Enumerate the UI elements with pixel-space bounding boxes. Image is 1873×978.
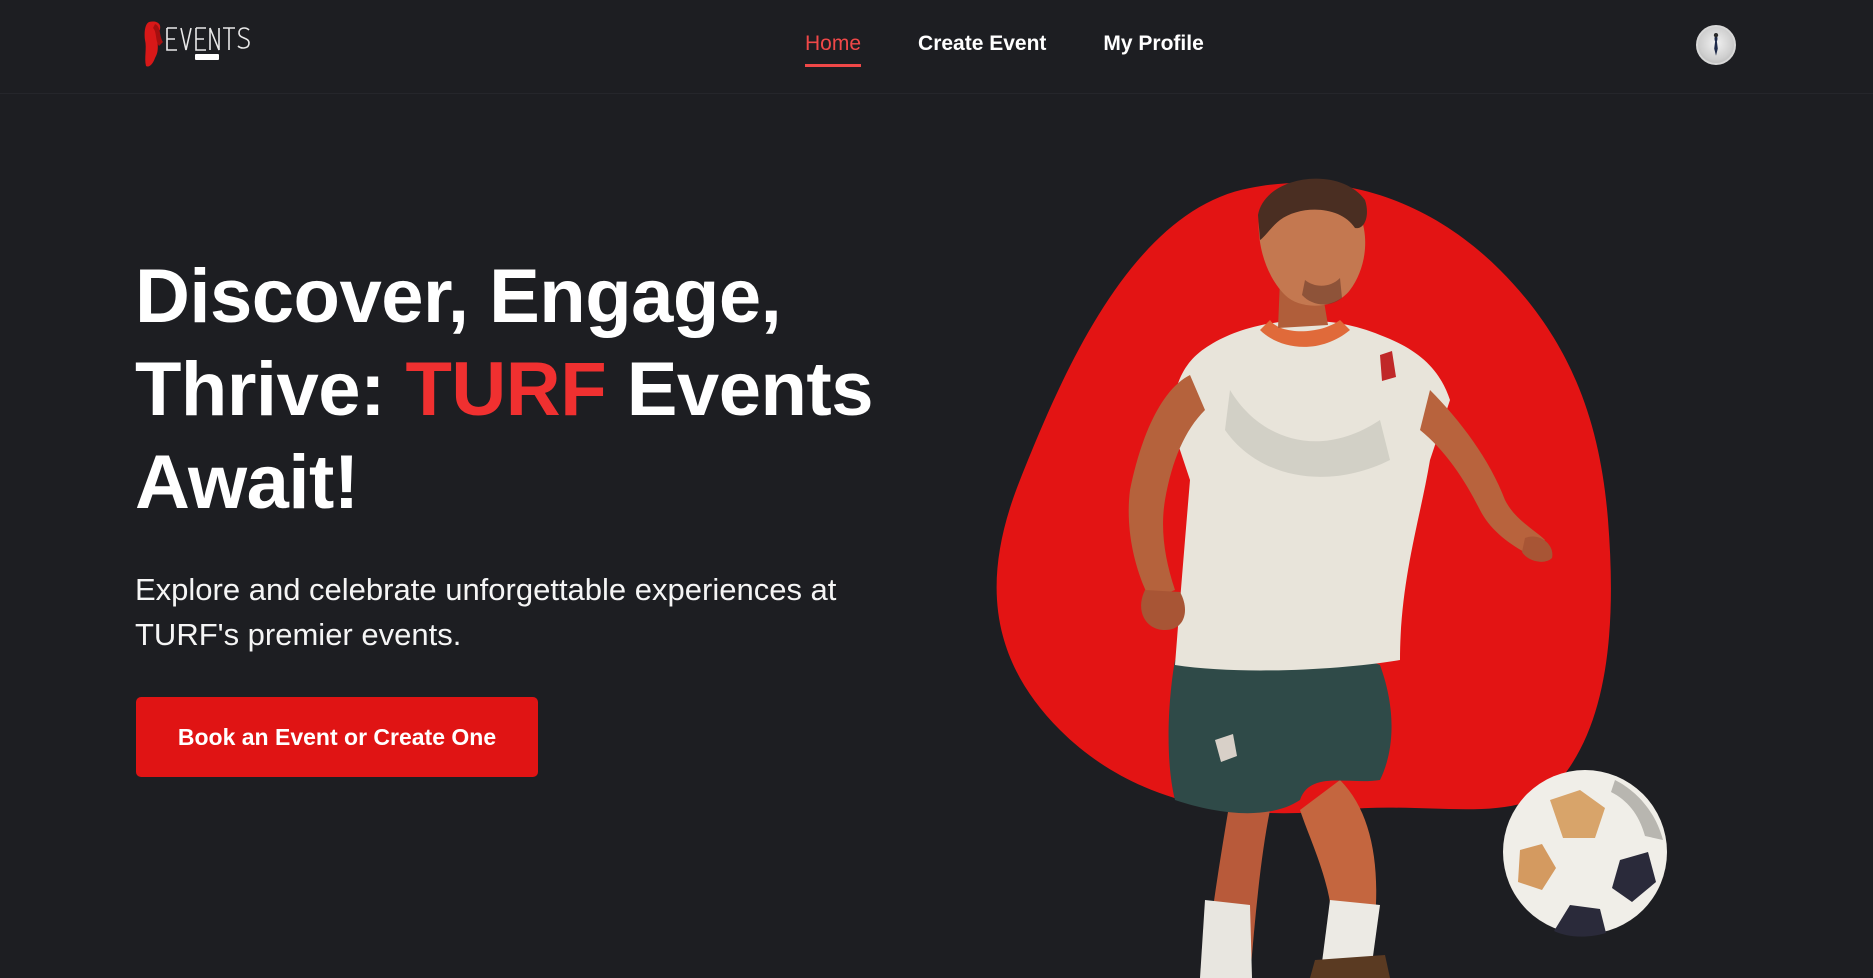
hero-subtitle-line1: Explore and celebrate unforgettable expe… (135, 572, 837, 607)
soccer-player-illustration (996, 178, 1667, 978)
nav-my-profile[interactable]: My Profile (1103, 30, 1203, 64)
hero-subtitle: Explore and celebrate unforgettable expe… (135, 567, 935, 657)
hero-title-line2-end: Events (606, 347, 874, 432)
hero-title-accent: TURF (405, 347, 607, 432)
book-or-create-event-button[interactable]: Book an Event or Create One (136, 697, 538, 777)
nav-create-event[interactable]: Create Event (918, 30, 1046, 64)
hero-illustration (960, 160, 1700, 978)
site-header: Home Create Event My Profile (0, 0, 1873, 94)
soccer-ball-icon (1503, 770, 1667, 937)
user-avatar[interactable] (1696, 25, 1736, 65)
logo-mark (144, 21, 250, 67)
main-nav: Home Create Event My Profile (805, 30, 1204, 67)
avatar-icon (1713, 32, 1719, 56)
hero-title: Discover, Engage, Thrive: TURF Events Aw… (135, 250, 995, 529)
events-horizon-logo[interactable] (143, 18, 268, 70)
hero-title-line3: Await! (135, 440, 359, 525)
nav-home[interactable]: Home (805, 30, 862, 67)
hero-subtitle-line2: TURF's premier events. (135, 617, 462, 652)
hero-title-line2-start: Thrive: (135, 347, 406, 432)
hero-title-line1: Discover, Engage, (135, 254, 782, 339)
